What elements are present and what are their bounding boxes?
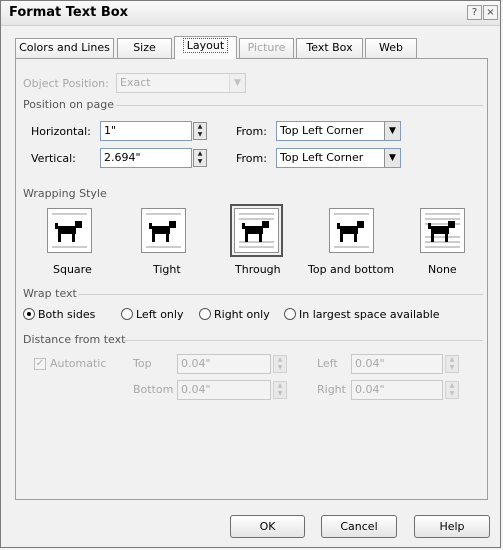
spin-up-icon: ▲ (449, 356, 455, 363)
wrap-through-icon (239, 213, 274, 248)
wrap-tight-label: Tight (153, 263, 181, 276)
object-position-value: Exact (120, 76, 151, 89)
radio-left-only-label[interactable]: Left only (136, 308, 183, 321)
wrapping-style-title: Wrapping Style (23, 187, 107, 200)
radio-selected-dot (27, 312, 31, 316)
vertical-label: Vertical: (31, 152, 76, 165)
distance-right-spinner: ▲ ▼ (445, 381, 459, 399)
distance-left-input: 0.04" (351, 354, 443, 374)
wrap-text-title: Wrap text (23, 287, 77, 300)
tab-picture: Picture (239, 38, 294, 58)
tab-label: Colors and Lines (19, 41, 110, 54)
tab-colors-and-lines[interactable]: Colors and Lines (15, 38, 114, 58)
vertical-from-label: From: (236, 152, 267, 165)
tab-label: Size (133, 41, 156, 54)
tab-text-box[interactable]: Text Box (296, 38, 363, 58)
horizontal-spinner[interactable]: ▲ ▼ (193, 122, 207, 140)
distance-top-input: 0.04" (177, 354, 271, 374)
distance-bottom-input: 0.04" (177, 380, 271, 400)
object-position-select: Exact ▼ (116, 73, 246, 93)
vertical-from-value: Top Left Corner (280, 151, 364, 164)
close-icon[interactable]: × (483, 5, 498, 20)
tab-label: Picture (247, 41, 286, 54)
radio-right-only[interactable] (199, 308, 211, 320)
tab-label: Web (379, 41, 403, 54)
spin-up-icon: ▲ (277, 356, 283, 363)
spin-up-icon[interactable]: ▲ (194, 123, 206, 131)
spin-down-icon: ▼ (277, 364, 283, 371)
wrap-tight-button[interactable] (141, 208, 186, 253)
chevron-down-icon: ▼ (229, 74, 245, 92)
cancel-button[interactable]: Cancel (321, 515, 397, 538)
spin-up-icon: ▲ (449, 382, 455, 389)
distance-top-label: Top (133, 357, 152, 370)
help-icon[interactable]: ? (467, 5, 482, 20)
dialog-title: Format Text Box (9, 5, 129, 20)
horizontal-from-select[interactable]: Top Left Corner ▼ (276, 121, 401, 141)
wrap-square-button[interactable] (47, 208, 92, 253)
horizontal-from-label: From: (236, 125, 267, 138)
horizontal-input[interactable]: 1" (100, 121, 192, 141)
radio-largest-space-label[interactable]: In largest space available (299, 308, 440, 321)
tab-web[interactable]: Web (365, 38, 417, 58)
automatic-label: Automatic (50, 357, 107, 370)
distance-top-spinner: ▲ ▼ (273, 355, 287, 373)
wrap-square-label: Square (53, 263, 92, 276)
radio-left-only[interactable] (121, 308, 133, 320)
group-divider (78, 294, 483, 295)
chevron-down-icon[interactable]: ▼ (384, 149, 400, 167)
wrap-top-bottom-label: Top and bottom (308, 263, 395, 276)
spin-down-icon: ▼ (449, 364, 455, 371)
spin-up-icon: ▲ (277, 382, 283, 389)
automatic-checkbox: ✓ (34, 358, 46, 370)
format-text-box-dialog: Format Text Box ? × Colors and Lines Siz… (0, 0, 501, 548)
distance-title: Distance from text (23, 333, 126, 346)
position-on-page-title: Position on page (23, 98, 114, 111)
wrap-top-bottom-button[interactable] (329, 208, 374, 253)
ok-button[interactable]: OK (230, 515, 305, 538)
horizontal-from-value: Top Left Corner (280, 124, 364, 137)
vertical-input[interactable]: 2.694" (100, 148, 192, 168)
distance-right-input: 0.04" (351, 380, 443, 400)
radio-both-sides-label[interactable]: Both sides (38, 308, 95, 321)
group-divider (116, 105, 483, 106)
tab-size[interactable]: Size (117, 38, 172, 58)
distance-right-label: Right (317, 383, 346, 396)
radio-right-only-label[interactable]: Right only (214, 308, 270, 321)
title-bar: Format Text Box ? × (1, 1, 500, 26)
object-position-label: Object Position: (23, 77, 109, 90)
spin-down-icon: ▼ (449, 390, 455, 397)
vertical-spinner[interactable]: ▲ ▼ (193, 149, 207, 167)
vertical-from-select[interactable]: Top Left Corner ▼ (276, 148, 401, 168)
tab-label: Layout (182, 38, 229, 53)
radio-largest-space[interactable] (284, 308, 296, 320)
wrap-top-bottom-icon (334, 213, 369, 248)
horizontal-label: Horizontal: (31, 125, 91, 138)
distance-bottom-spinner: ▲ ▼ (273, 381, 287, 399)
wrap-through-button[interactable] (230, 204, 283, 257)
wrap-none-button[interactable] (420, 208, 465, 253)
spin-down-icon[interactable]: ▼ (194, 158, 206, 166)
distance-left-label: Left (317, 357, 338, 370)
wrap-square-icon (52, 213, 87, 248)
tab-label: Text Box (306, 41, 353, 54)
distance-left-spinner: ▲ ▼ (445, 355, 459, 373)
spin-down-icon[interactable]: ▼ (194, 131, 206, 139)
help-button[interactable]: Help (414, 515, 490, 538)
group-divider (123, 340, 483, 341)
tab-layout[interactable]: Layout (174, 36, 237, 59)
wrap-tight-icon (146, 213, 181, 248)
chevron-down-icon[interactable]: ▼ (384, 122, 400, 140)
distance-bottom-label: Bottom (133, 383, 174, 396)
wrap-none-icon (425, 213, 460, 248)
spin-up-icon[interactable]: ▲ (194, 150, 206, 158)
radio-both-sides[interactable] (23, 308, 35, 320)
spin-down-icon: ▼ (277, 390, 283, 397)
wrap-through-label: Through (235, 263, 281, 276)
wrap-none-label: None (428, 263, 457, 276)
